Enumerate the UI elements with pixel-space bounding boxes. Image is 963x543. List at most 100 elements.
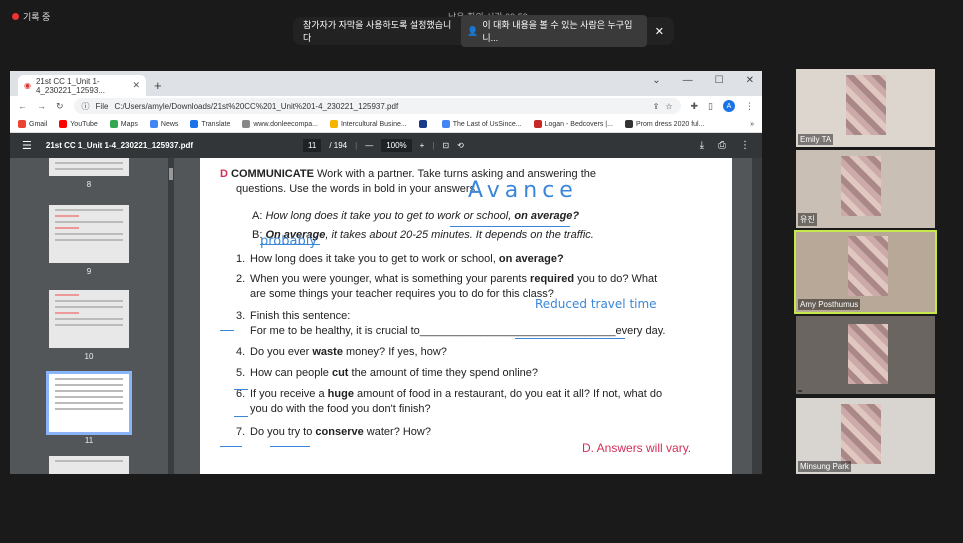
record-dot-icon xyxy=(12,13,19,20)
thumbnail-page-9[interactable] xyxy=(49,205,129,263)
bookmark-label: Maps xyxy=(120,120,138,128)
bookmark-label: Gmail xyxy=(29,120,48,128)
download-icon[interactable]: ⤓ xyxy=(700,140,704,151)
zoom-out-icon[interactable]: — xyxy=(365,141,373,150)
zoom-in-icon[interactable]: + xyxy=(420,141,425,150)
reload-icon[interactable]: ↻ xyxy=(56,101,64,112)
rotate-icon[interactable]: ⟲ xyxy=(457,141,464,150)
bookmark-item[interactable]: News xyxy=(149,120,178,128)
new-tab-icon[interactable]: + xyxy=(154,78,162,93)
handwriting-probably: probably xyxy=(260,234,318,249)
address-row: ← → ↻ ⓘ File C:/Users/amyle/Downloads/21… xyxy=(10,96,762,116)
question-text: How long does it take you to get to work… xyxy=(250,253,499,265)
address-bar[interactable]: ⓘ File C:/Users/amyle/Downloads/21st%20C… xyxy=(73,98,681,114)
participant-video[interactable] xyxy=(796,316,935,394)
pdf-page-controls: 11 / 194 | — 100% + | ⊡ ⟲ xyxy=(303,139,464,152)
fit-page-icon[interactable]: ⊡ xyxy=(442,141,449,150)
bookmark-label: YouTube xyxy=(70,120,98,128)
question-number: 3. xyxy=(236,310,246,322)
participant-video-active[interactable]: Amy Posthumus xyxy=(794,230,937,314)
blurred-face xyxy=(848,324,888,384)
participant-video[interactable]: 유진 xyxy=(796,150,935,228)
forward-icon[interactable]: → xyxy=(37,101,46,111)
extensions-icon[interactable]: ✚ xyxy=(691,101,699,112)
tab-close-icon[interactable]: ✕ xyxy=(132,80,140,91)
pdf-favicon-icon: ◉ xyxy=(24,81,31,90)
bookmark-label: www.donleecompa... xyxy=(253,120,318,128)
bookmark-item[interactable]: Translate xyxy=(190,120,230,128)
minimize-icon[interactable]: — xyxy=(683,75,693,86)
close-icon[interactable]: ✕ xyxy=(655,25,664,38)
question-bold: required xyxy=(530,273,575,285)
thumbnail-page-10[interactable] xyxy=(49,290,129,348)
bookmark-item[interactable]: The Last of UsSince... xyxy=(441,120,522,128)
participant-name: Minsung Park xyxy=(798,461,851,472)
tab-bar: ◉ 21st CC 1_Unit 1-4_230221_12593... ✕ +… xyxy=(10,71,762,96)
thumbnail-number: 9 xyxy=(86,267,92,276)
zoom-input[interactable]: 100% xyxy=(381,139,412,152)
menu-dots-icon[interactable]: ⋮ xyxy=(745,101,754,112)
banner-link-label: 이 대화 내용을 볼 수 있는 사람은 누구입니... xyxy=(482,20,633,43)
bookmark-item[interactable]: Prom dress 2020 ful... xyxy=(624,120,704,128)
participant-name: 유진 xyxy=(798,213,817,226)
participant-video[interactable]: Minsung Park xyxy=(796,398,935,474)
bookmark-item[interactable]: YouTube xyxy=(59,120,98,128)
bookmarks-overflow-icon[interactable]: » xyxy=(750,121,754,128)
ink-underline xyxy=(220,330,234,331)
bookmark-favicon-icon xyxy=(441,120,450,128)
question-item: 4. Do you ever waste money? If yes, how? xyxy=(236,345,706,360)
question-text-post: water? How? xyxy=(363,426,431,438)
participant-video[interactable]: Emily TA xyxy=(796,69,935,147)
back-icon[interactable]: ← xyxy=(18,101,27,111)
blurred-face xyxy=(846,75,886,135)
browser-window: ◉ 21st CC 1_Unit 1-4_230221_12593... ✕ +… xyxy=(10,71,762,474)
tab-title: 21st CC 1_Unit 1-4_230221_12593... xyxy=(35,76,105,95)
recording-indicator: 기록 중 xyxy=(12,10,50,23)
bookmark-label: Logan - Bedcovers |... xyxy=(544,120,613,128)
question-item: 7. Do you try to conserve water? How? xyxy=(236,425,706,440)
bookmark-item[interactable]: Gmail xyxy=(18,120,47,128)
question-text: Do you try to xyxy=(250,426,316,438)
hamburger-menu-icon[interactable]: ☰ xyxy=(22,139,32,152)
ink-underline xyxy=(220,446,242,447)
bookmark-item[interactable] xyxy=(418,120,430,128)
page-number-input[interactable]: 11 xyxy=(303,139,322,152)
question-text-post: amount of food in a restaurant, do you e… xyxy=(353,388,663,400)
participant-name: Amy Posthumus xyxy=(798,299,861,310)
thumbnail-page-12[interactable] xyxy=(49,456,129,474)
window-close-icon[interactable]: ✕ xyxy=(746,75,754,86)
bookmark-item[interactable]: www.donleecompa... xyxy=(242,120,318,128)
thumbnail-page-8[interactable] xyxy=(49,158,129,176)
bookmark-favicon-icon xyxy=(242,120,251,128)
tab-search-icon[interactable]: ⌄ xyxy=(652,75,660,86)
browser-tab[interactable]: ◉ 21st CC 1_Unit 1-4_230221_12593... ✕ xyxy=(18,75,146,96)
question-number: 7. xyxy=(236,426,246,438)
question-item: 5. How can people cut the amount of time … xyxy=(236,366,706,381)
bookmark-item[interactable]: Maps xyxy=(109,120,138,128)
question-text: Finish this sentence: xyxy=(250,310,351,322)
blurred-face xyxy=(841,404,881,464)
info-icon: ⓘ xyxy=(81,101,90,111)
thumbnail-number: 11 xyxy=(84,436,94,445)
bookmark-star-icon[interactable]: ☆ xyxy=(665,102,672,111)
window-controls: ⌄ — ☐ ✕ xyxy=(652,75,754,86)
share-icon[interactable]: ⇪ xyxy=(653,102,660,111)
banner-text: 참가자가 자막을 사용하도록 설정했습니다 xyxy=(303,20,452,43)
print-icon[interactable]: ⎙ xyxy=(718,140,726,151)
thumbnail-scrollbar[interactable] xyxy=(168,158,174,474)
ink-underline xyxy=(234,416,248,417)
thumbnail-page-11[interactable] xyxy=(46,371,132,435)
banner-link[interactable]: 👤 이 대화 내용을 볼 수 있는 사람은 누구입니... xyxy=(461,15,647,47)
profile-avatar[interactable]: A xyxy=(723,100,735,112)
blurred-face xyxy=(841,156,881,216)
maximize-icon[interactable]: ☐ xyxy=(715,75,724,86)
recording-label: 기록 중 xyxy=(23,12,51,22)
sidepanel-icon[interactable]: ▯ xyxy=(708,101,713,112)
bookmark-item[interactable]: Intercultural Busine... xyxy=(329,120,407,128)
bookmark-item[interactable]: Logan - Bedcovers |... xyxy=(533,120,613,128)
question-text: If you receive a xyxy=(250,388,328,400)
question-text: Do you ever xyxy=(250,346,313,358)
page-scrollbar[interactable] xyxy=(752,158,762,474)
pdf-toolbar: ☰ 21st CC 1_Unit 1-4_230221_125937.pdf 1… xyxy=(10,133,762,158)
pdf-more-icon[interactable]: ⋮ xyxy=(740,140,750,151)
